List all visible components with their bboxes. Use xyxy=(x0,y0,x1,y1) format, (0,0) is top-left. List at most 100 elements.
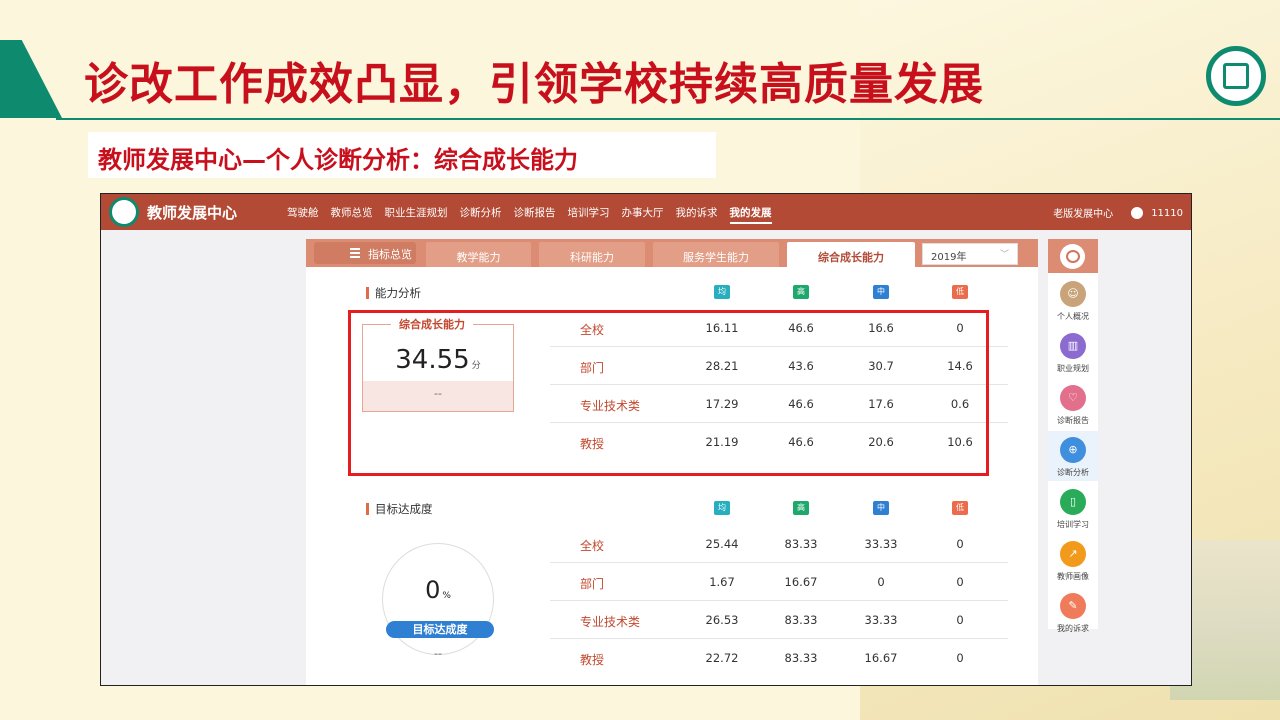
edit-icon: ✎ xyxy=(1060,593,1086,619)
ability-tabs: 指标总览 教学能力 科研能力 服务学生能力 综合成长能力 2019年 ﹀ xyxy=(306,239,1038,267)
top-navbar: 教师发展中心 驾驶舱 教师总览 职业生涯规划 诊断分析 诊断报告 培训学习 办事… xyxy=(101,194,1191,230)
nav-item-teacher-overview[interactable]: 教师总览 xyxy=(331,205,373,224)
value-average: 22.72 xyxy=(705,651,739,665)
value-high: 83.33 xyxy=(784,537,818,551)
nav-item-my-development[interactable]: 我的发展 xyxy=(729,205,772,224)
user-id: 11110 xyxy=(1151,207,1183,219)
value-high: 83.33 xyxy=(784,651,818,665)
sidebar-item-label: 诊断报告 xyxy=(1057,416,1089,425)
year-select-value: 2019年 xyxy=(931,252,967,263)
sidebar-item-label: 我的诉求 xyxy=(1057,624,1089,633)
value-low: 0 xyxy=(956,613,964,627)
sidebar-item-label: 培训学习 xyxy=(1057,520,1089,529)
nav-item-cockpit[interactable]: 驾驶舱 xyxy=(287,205,319,224)
nav-menu: 驾驶舱 教师总览 职业生涯规划 诊断分析 诊断报告 培训学习 办事大厅 我的诉求… xyxy=(287,205,772,224)
sidebar-item-label: 教师画像 xyxy=(1057,572,1089,581)
value-high: 83.33 xyxy=(784,613,818,627)
level-badge-average: 均 xyxy=(714,501,730,515)
year-select[interactable]: 2019年 ﹀ xyxy=(922,243,1018,265)
target-percent: 0% xyxy=(383,576,493,604)
title-accent-stripe xyxy=(0,40,62,118)
target-percent-number: 0 xyxy=(425,576,441,604)
tab-indicator-overview[interactable]: 指标总览 xyxy=(314,242,416,264)
menu-icon xyxy=(350,248,360,258)
target-progress-ring: 0% xyxy=(382,543,494,655)
nav-item-training[interactable]: 培训学习 xyxy=(568,205,610,224)
value-medium: 33.33 xyxy=(864,613,898,627)
nav-item-service-hall[interactable]: 办事大厅 xyxy=(622,205,664,224)
sidebar-item-label: 诊断分析 xyxy=(1057,468,1089,477)
sidebar-item-training[interactable]: ▯ 培训学习 xyxy=(1048,483,1098,533)
value-medium: 0 xyxy=(877,575,885,589)
old-version-link[interactable]: 老版发展中心 xyxy=(1053,205,1113,220)
right-sidebar: ☺ 个人概况 ▥ 职业规划 ♡ 诊断报告 ⊕ 诊断分析 ▯ 培训学习 ↗ 教师画… xyxy=(1048,239,1098,633)
sidebar-item-diagnosis-report[interactable]: ♡ 诊断报告 xyxy=(1048,379,1098,429)
person-icon: ☺ xyxy=(1060,281,1086,307)
row-divider xyxy=(550,600,1008,601)
search-icon xyxy=(1060,244,1085,269)
nav-item-diagnosis-analysis[interactable]: 诊断分析 xyxy=(460,205,502,224)
sidebar-item-teacher-portrait[interactable]: ↗ 教师画像 xyxy=(1048,535,1098,585)
target-percent-unit: % xyxy=(442,591,451,601)
slide-title: 诊改工作成效凸显，引领学校持续高质量发展 xyxy=(84,59,984,110)
user-icon xyxy=(1131,206,1144,219)
tab-comprehensive-growth[interactable]: 综合成长能力 xyxy=(787,242,915,267)
level-badge-low: 低 xyxy=(952,285,968,299)
level-badge-average: 均 xyxy=(714,285,730,299)
level-badge-medium: 中 xyxy=(873,501,889,515)
row-divider xyxy=(550,562,1008,563)
sidebar-item-career-plan[interactable]: ▥ 职业规划 xyxy=(1048,327,1098,377)
main-panel: 指标总览 教学能力 科研能力 服务学生能力 综合成长能力 2019年 ﹀ 能力分… xyxy=(306,239,1038,685)
value-high: 16.67 xyxy=(784,575,818,589)
row-label: 全校 xyxy=(580,539,605,553)
ability-section-heading: 能力分析 xyxy=(366,287,421,299)
book-icon: ▥ xyxy=(1060,333,1086,359)
value-average: 26.53 xyxy=(705,613,739,627)
heart-icon: ♡ xyxy=(1060,385,1086,411)
level-badge-medium: 中 xyxy=(873,285,889,299)
chevron-down-icon: ﹀ xyxy=(999,250,1009,260)
title-underline xyxy=(56,118,1280,120)
tab-student-service[interactable]: 服务学生能力 xyxy=(653,242,779,267)
nav-item-career-planning[interactable]: 职业生涯规划 xyxy=(385,205,448,224)
nav-item-my-requests[interactable]: 我的诉求 xyxy=(676,205,718,224)
user-menu[interactable]: 11110 xyxy=(1131,206,1183,219)
row-label: 部门 xyxy=(580,577,605,591)
app-screenshot: 教师发展中心 驾驶舱 教师总览 职业生涯规划 诊断分析 诊断报告 培训学习 办事… xyxy=(100,193,1192,686)
target-section-heading: 目标达成度 xyxy=(366,503,433,515)
nav-right: 老版发展中心 11110 xyxy=(1053,205,1183,220)
nav-item-diagnosis-report[interactable]: 诊断报告 xyxy=(514,205,556,224)
row-label: 专业技术类 xyxy=(580,615,641,629)
brand-name: 教师发展中心 xyxy=(147,204,238,222)
value-low: 0 xyxy=(956,575,964,589)
level-badge-high: 高 xyxy=(793,501,809,515)
target-footer: -- xyxy=(434,647,442,660)
row-label: 教授 xyxy=(580,653,605,667)
slide-title-bar: 诊改工作成效凸显，引领学校持续高质量发展 xyxy=(0,40,1280,120)
open-book-icon: ▯ xyxy=(1060,489,1086,515)
sidebar-item-label: 个人概况 xyxy=(1057,312,1089,321)
row-divider xyxy=(550,638,1008,639)
highlight-box xyxy=(348,310,989,476)
trend-icon: ↗ xyxy=(1060,541,1086,567)
level-badge-low: 低 xyxy=(952,501,968,515)
slide-subtitle: 教师发展中心—个人诊断分析：综合成长能力 xyxy=(88,132,716,178)
sidebar-item-personal-profile[interactable]: ☺ 个人概况 xyxy=(1048,275,1098,325)
globe-icon: ⊕ xyxy=(1060,437,1086,463)
level-badge-high: 高 xyxy=(793,285,809,299)
value-low: 0 xyxy=(956,537,964,551)
sidebar-search-button[interactable] xyxy=(1048,239,1098,273)
brand-logo-icon xyxy=(109,197,139,227)
tab-teaching[interactable]: 教学能力 xyxy=(426,242,531,267)
sidebar-item-my-requests[interactable]: ✎ 我的诉求 xyxy=(1048,587,1098,637)
sidebar-item-diagnosis-analysis[interactable]: ⊕ 诊断分析 xyxy=(1048,431,1098,481)
target-badge: 目标达成度 xyxy=(386,621,494,638)
tab-overview-label: 指标总览 xyxy=(368,248,412,261)
value-average: 25.44 xyxy=(705,537,739,551)
sidebar-item-label: 职业规划 xyxy=(1057,364,1089,373)
school-logo-icon xyxy=(1206,46,1266,106)
tab-research[interactable]: 科研能力 xyxy=(539,242,645,267)
value-medium: 16.67 xyxy=(864,651,898,665)
value-medium: 33.33 xyxy=(864,537,898,551)
value-average: 1.67 xyxy=(709,575,735,589)
